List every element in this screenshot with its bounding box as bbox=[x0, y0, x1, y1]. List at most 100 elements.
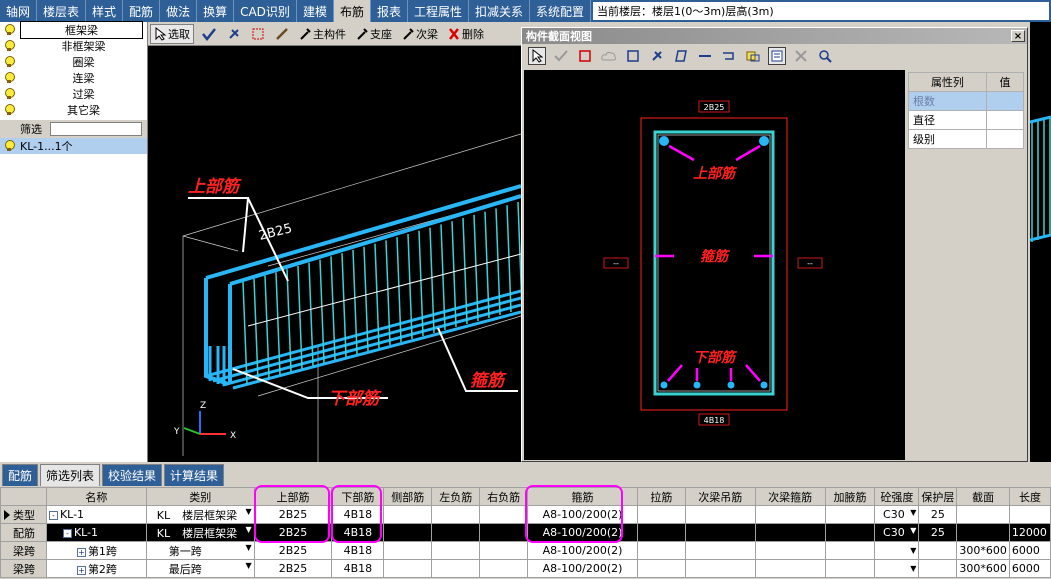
side-bar-cell[interactable] bbox=[383, 505, 433, 524]
edit-bar-icon[interactable] bbox=[648, 47, 666, 65]
filter-input[interactable] bbox=[50, 122, 142, 136]
dropdown-arrow-icon[interactable]: ▼ bbox=[246, 507, 252, 516]
menu-item[interactable]: 报表 bbox=[371, 0, 408, 22]
bottom-bar-cell[interactable]: 4B18 bbox=[331, 541, 385, 560]
section-cell[interactable]: 300*600 bbox=[956, 559, 1010, 578]
hook-icon[interactable] bbox=[720, 47, 738, 65]
visibility-bulb-icon[interactable] bbox=[4, 40, 15, 52]
tie-bar-cell[interactable] bbox=[636, 523, 686, 542]
dropdown-arrow-icon[interactable]: ▼ bbox=[246, 525, 252, 534]
section-cell[interactable] bbox=[956, 505, 1010, 524]
left-neg-cell[interactable] bbox=[431, 505, 481, 524]
visibility-bulb-icon[interactable] bbox=[4, 104, 15, 116]
rect-select-icon[interactable] bbox=[576, 47, 594, 65]
category-cell[interactable]: 最后跨 ▼ bbox=[145, 559, 255, 578]
menu-item[interactable]: 扣减关系 bbox=[469, 0, 531, 22]
parallelogram-icon[interactable] bbox=[672, 47, 690, 65]
bottom-bar-cell[interactable]: 4B18 bbox=[331, 523, 385, 542]
properties-icon[interactable] bbox=[768, 47, 786, 65]
length-cell[interactable]: 12000 bbox=[1008, 523, 1051, 542]
bottom-bar-cell[interactable]: 4B18 bbox=[331, 505, 385, 524]
haunch-cell[interactable] bbox=[824, 523, 876, 542]
column-header[interactable]: 长度 bbox=[1008, 487, 1051, 506]
menu-item[interactable]: 布筋 bbox=[333, 0, 371, 22]
dropdown-arrow-icon[interactable]: ▼ bbox=[910, 526, 916, 535]
column-header[interactable]: 次梁吊筋 bbox=[684, 487, 756, 506]
length-cell[interactable]: 6000 bbox=[1008, 541, 1051, 560]
section-cell[interactable]: 300*600 bbox=[956, 541, 1010, 560]
side-bar-cell[interactable] bbox=[383, 523, 433, 542]
concrete-cell[interactable]: C30 ▼ bbox=[874, 505, 920, 524]
column-header[interactable] bbox=[0, 487, 47, 506]
bottom-tab[interactable]: 筛选列表 bbox=[40, 464, 101, 486]
column-header[interactable]: 加腋筋 bbox=[824, 487, 876, 506]
column-header[interactable]: 砼强度 bbox=[874, 487, 920, 506]
column-header[interactable]: 截面 bbox=[956, 487, 1010, 506]
length-cell[interactable]: 6000 bbox=[1008, 559, 1051, 578]
right-neg-cell[interactable] bbox=[479, 505, 529, 524]
3d-viewport[interactable]: 选取 主构件 支座 次梁 删除 上部筋 2B25 下部筋 箍筋 Z X Y bbox=[148, 22, 521, 462]
expand-icon[interactable]: + bbox=[76, 547, 86, 557]
column-header[interactable]: 左负筋 bbox=[431, 487, 481, 506]
left-neg-cell[interactable] bbox=[431, 541, 481, 560]
name-cell[interactable]: + 第1跨 bbox=[45, 541, 147, 560]
visibility-bulb-icon[interactable] bbox=[4, 72, 15, 84]
layer-item[interactable]: 非框架梁 bbox=[0, 38, 147, 54]
grid-row[interactable]: 类型 - KL-1 KL 楼层框架梁 ▼ 2B25 4B18 A8-100/200(2) C30 ▼… bbox=[0, 505, 1051, 524]
stirrup-cell[interactable]: A8-100/200(2) bbox=[527, 541, 638, 560]
left-neg-cell[interactable] bbox=[431, 523, 481, 542]
bottom-tab[interactable]: 配筋 bbox=[2, 464, 39, 486]
prop-value[interactable] bbox=[985, 129, 1025, 149]
column-header[interactable]: 保护层 bbox=[918, 487, 958, 506]
bottom-bar-cell[interactable]: 4B18 bbox=[331, 559, 385, 578]
cloud-icon[interactable] bbox=[600, 47, 618, 65]
remove-icon[interactable] bbox=[792, 47, 810, 65]
result-item[interactable]: KL-1...1个 bbox=[0, 138, 147, 154]
secondary-beam-button[interactable]: 次梁 bbox=[399, 24, 441, 44]
haunch-cell[interactable] bbox=[824, 541, 876, 560]
row-header[interactable]: 梁跨 bbox=[0, 541, 47, 560]
layer-item[interactable]: 框架梁 bbox=[0, 21, 147, 39]
cover-cell[interactable] bbox=[918, 559, 958, 578]
expand-icon[interactable]: + bbox=[76, 565, 86, 575]
right-neg-cell[interactable] bbox=[479, 523, 529, 542]
section-canvas[interactable]: 2B25 4B18 -- -- 上部筋 箍筋 下部筋 bbox=[524, 70, 905, 460]
edit-tool-button[interactable] bbox=[224, 24, 244, 44]
cover-cell[interactable]: 25 bbox=[918, 505, 958, 524]
prop-row[interactable]: 直径 bbox=[908, 110, 1025, 130]
column-header[interactable]: 拉筋 bbox=[636, 487, 686, 506]
close-button[interactable]: × bbox=[1011, 30, 1025, 42]
menu-item[interactable]: 配筋 bbox=[123, 0, 161, 22]
dropdown-arrow-icon[interactable]: ▼ bbox=[910, 508, 916, 517]
stirrup-cell[interactable]: A8-100/200(2) bbox=[527, 559, 638, 578]
dropdown-arrow-icon[interactable]: ▼ bbox=[246, 561, 252, 570]
section-cell[interactable] bbox=[956, 523, 1010, 542]
row-header[interactable]: 配筋 bbox=[0, 523, 47, 542]
right-neg-cell[interactable] bbox=[479, 541, 529, 560]
sec-stirrup-cell[interactable] bbox=[754, 523, 826, 542]
collapse-icon[interactable]: - bbox=[62, 529, 72, 538]
haunch-cell[interactable] bbox=[824, 559, 876, 578]
tie-bar-cell[interactable] bbox=[636, 559, 686, 578]
layer-item[interactable]: 过梁 bbox=[0, 86, 147, 102]
bottom-tab[interactable]: 校验结果 bbox=[102, 464, 163, 486]
left-neg-cell[interactable] bbox=[431, 559, 481, 578]
box-select-button[interactable] bbox=[248, 24, 268, 44]
sec-stirrup-cell[interactable] bbox=[754, 541, 826, 560]
menu-item[interactable]: 轴网 bbox=[0, 0, 38, 22]
hanger-cell[interactable] bbox=[684, 559, 756, 578]
top-bar-cell[interactable]: 2B25 bbox=[253, 559, 333, 578]
tie-bar-cell[interactable] bbox=[636, 541, 686, 560]
menu-item[interactable]: 建模 bbox=[297, 0, 334, 22]
top-bar-cell[interactable]: 2B25 bbox=[253, 523, 333, 542]
column-header[interactable]: 次梁箍筋 bbox=[754, 487, 826, 506]
hanger-cell[interactable] bbox=[684, 505, 756, 524]
menu-item[interactable]: 换算 bbox=[197, 0, 235, 22]
menu-item[interactable]: 做法 bbox=[160, 0, 198, 22]
menu-item[interactable]: CAD识别 bbox=[234, 0, 297, 22]
cover-cell[interactable] bbox=[918, 541, 958, 560]
category-cell[interactable]: KL 楼层框架梁 ▼ bbox=[145, 523, 255, 542]
select-button[interactable]: 选取 bbox=[150, 23, 194, 44]
stirrup-cell[interactable]: A8-100/200(2) bbox=[527, 523, 638, 542]
confirm-button[interactable] bbox=[198, 24, 220, 44]
